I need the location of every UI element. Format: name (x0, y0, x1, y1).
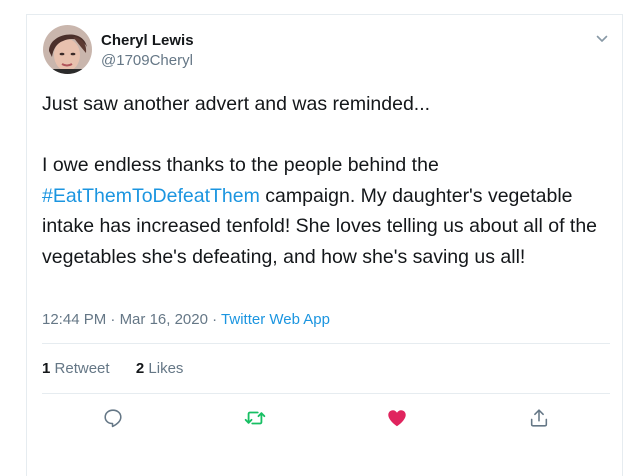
retweets-count: 1 (42, 360, 51, 377)
tweet-stats: 1 Retweet 2 Likes (42, 360, 183, 377)
divider-top (42, 343, 610, 344)
tweet-source-link[interactable]: Twitter Web App (221, 311, 330, 328)
tweet-time[interactable]: 12:44 PM (42, 311, 106, 328)
likes-label: Likes (148, 360, 184, 377)
user-handle[interactable]: @1709Cheryl (101, 52, 193, 69)
likes-count: 2 (135, 360, 145, 377)
retweets-label: Retweet (54, 360, 110, 377)
display-name[interactable]: Cheryl Lewis (101, 32, 194, 49)
tweet-date[interactable]: Mar 16, 2020 (120, 311, 208, 328)
tweet-text: Just saw another advert and was reminded… (42, 89, 607, 272)
meta-separator: · (110, 311, 116, 328)
tweet-meta: 12:44 PM · Mar 16, 2020 · Twitter Web Ap… (42, 311, 330, 328)
hashtag-link[interactable]: #EatThemToDefeatThem (42, 185, 260, 207)
tweet-card: Cheryl Lewis @1709Cheryl Just saw anothe… (26, 14, 623, 476)
heart-icon[interactable] (386, 407, 408, 429)
divider-bottom (42, 393, 610, 394)
share-upload-icon[interactable] (528, 407, 550, 429)
tweet-text-before-hashtag: I owe endless thanks to the people behin… (42, 154, 439, 176)
retweets-stat[interactable]: 1 Retweet (42, 360, 110, 377)
speech-bubble-icon[interactable] (102, 407, 124, 429)
tweet-line-1: Just saw another advert and was reminded… (42, 93, 431, 115)
tweet-page: Cheryl Lewis @1709Cheryl Just saw anothe… (0, 0, 643, 476)
retweet-arrows-icon[interactable] (244, 407, 266, 429)
chevron-down-icon[interactable] (593, 30, 611, 48)
tweet-paragraph-2: I owe endless thanks to the people behin… (42, 150, 607, 272)
meta-separator: · (212, 311, 218, 328)
avatar[interactable] (43, 25, 92, 74)
likes-stat[interactable]: 2 Likes (136, 360, 184, 377)
